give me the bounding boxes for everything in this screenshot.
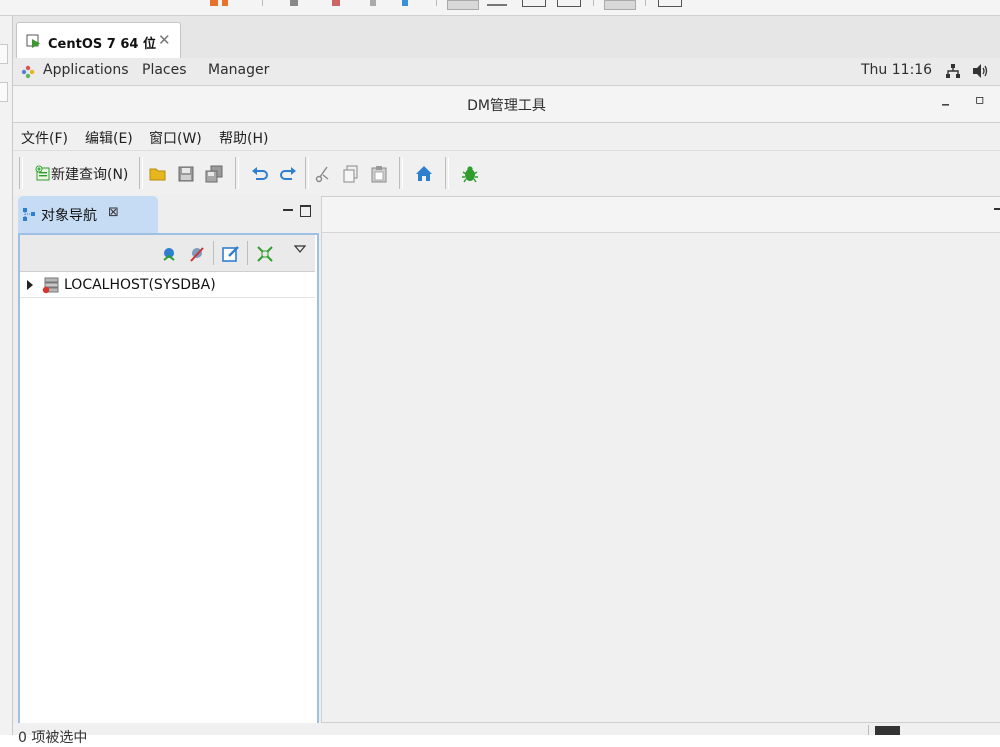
close-icon[interactable]: ⊠ [108,205,119,220]
host-toolbar-separator [593,0,594,6]
object-navigator-panel [18,233,319,725]
collapse-all-icon[interactable] [256,245,274,263]
object-navigator-tab[interactable]: 对象导航 ⊠ [18,196,158,233]
applications-menu[interactable]: Applications [43,62,129,78]
places-menu[interactable]: Places [142,62,187,78]
cut-icon[interactable] [314,165,332,183]
host-toolbar [0,0,1000,16]
minimize-view-button[interactable] [994,208,1000,210]
status-bar: 0 项被选中 [13,723,1000,746]
expand-arrow-icon[interactable] [26,280,34,290]
volume-icon[interactable] [972,63,990,79]
toolbar-separator [235,157,239,189]
gnome-top-bar: Applications Places Manager Thu 11:16 [13,58,1000,86]
host-toolbar-icon[interactable] [402,0,408,6]
undo-icon[interactable] [251,165,269,183]
host-toolbar-icon[interactable] [604,0,636,10]
save-all-icon[interactable] [205,165,223,183]
host-toolbar-icon[interactable] [557,0,581,7]
vm-tab-label: CentOS 7 64 位 [48,37,156,52]
host-sidebar-edge [0,16,13,735]
new-query-icon [35,165,50,181]
minimize-view-button[interactable] [283,209,293,211]
menu-help[interactable]: 帮助(H) [219,128,268,148]
host-toolbar-icon[interactable] [210,0,218,6]
host-toolbar-icon[interactable] [487,4,507,6]
toolbar-separator [305,157,309,189]
navigator-toolbar [20,235,315,272]
status-text: 0 项被选中 [18,730,88,746]
toolbar-separator [399,157,403,189]
sidebar-mark [0,82,8,102]
toolbar-separator [247,241,248,265]
window-title: DM管理工具 [467,98,546,114]
redo-icon[interactable] [279,165,297,183]
network-icon[interactable] [945,63,961,79]
navigator-icon [23,208,35,221]
host-toolbar-icon[interactable] [370,0,376,6]
open-folder-icon[interactable] [149,165,167,183]
applications-icon [21,65,35,79]
clock[interactable]: Thu 11:16 [861,62,932,78]
status-indicator [875,726,900,735]
toolbar-separator [19,157,23,189]
host-toolbar-separator [436,0,437,6]
status-separator [868,725,869,735]
toolbar-separator [213,241,214,265]
host-toolbar-separator [645,0,646,6]
sidebar-mark [0,44,8,64]
tree-item-label: LOCALHOST(SYSDBA) [64,277,216,293]
manager-menu[interactable]: Manager [208,62,269,78]
toolbar-separator [139,157,143,189]
host-toolbar-icon[interactable] [332,0,340,6]
database-icon [42,277,59,294]
minimize-button[interactable]: _ [942,90,949,106]
maximize-view-button[interactable] [300,205,311,217]
bug-icon[interactable] [461,165,479,183]
host-toolbar-icon[interactable] [290,0,298,6]
edit-icon[interactable] [222,245,240,263]
host-toolbar-separator [262,0,263,6]
menu-edit[interactable]: 编辑(E) [85,128,133,148]
home-icon[interactable] [415,165,433,183]
window-titlebar: DM管理工具 _ ▫ [13,86,1000,123]
disconnect-icon[interactable] [188,245,206,263]
host-toolbar-icon[interactable] [522,0,546,7]
connect-icon[interactable] [160,245,178,263]
maximize-button[interactable]: ▫ [975,92,985,108]
host-toolbar-icon[interactable] [447,0,479,10]
menu-file[interactable]: 文件(F) [21,128,68,148]
host-toolbar-icon[interactable] [658,0,682,7]
editor-tab-header [322,197,1000,233]
paste-icon[interactable] [370,165,388,183]
menu-window[interactable]: 窗口(W) [149,128,202,148]
vm-tab[interactable]: CentOS 7 64 位 ✕ [16,22,181,59]
new-query-label[interactable]: 新建查询(N) [51,164,128,184]
toolbar-separator [445,157,449,189]
view-menu-icon[interactable] [294,245,306,253]
tree-item[interactable]: LOCALHOST(SYSDBA) [20,273,315,298]
object-navigator-title: 对象导航 [41,208,97,224]
main-toolbar: 新建查询(N) [13,151,1000,195]
host-toolbar-icon[interactable] [222,0,228,6]
close-icon[interactable]: ✕ [158,31,171,49]
save-icon[interactable] [177,165,195,183]
copy-icon[interactable] [342,165,360,183]
play-icon [26,34,40,48]
menu-bar: 文件(F) 编辑(E) 窗口(W) 帮助(H) [13,123,1000,151]
editor-area [321,196,1000,723]
